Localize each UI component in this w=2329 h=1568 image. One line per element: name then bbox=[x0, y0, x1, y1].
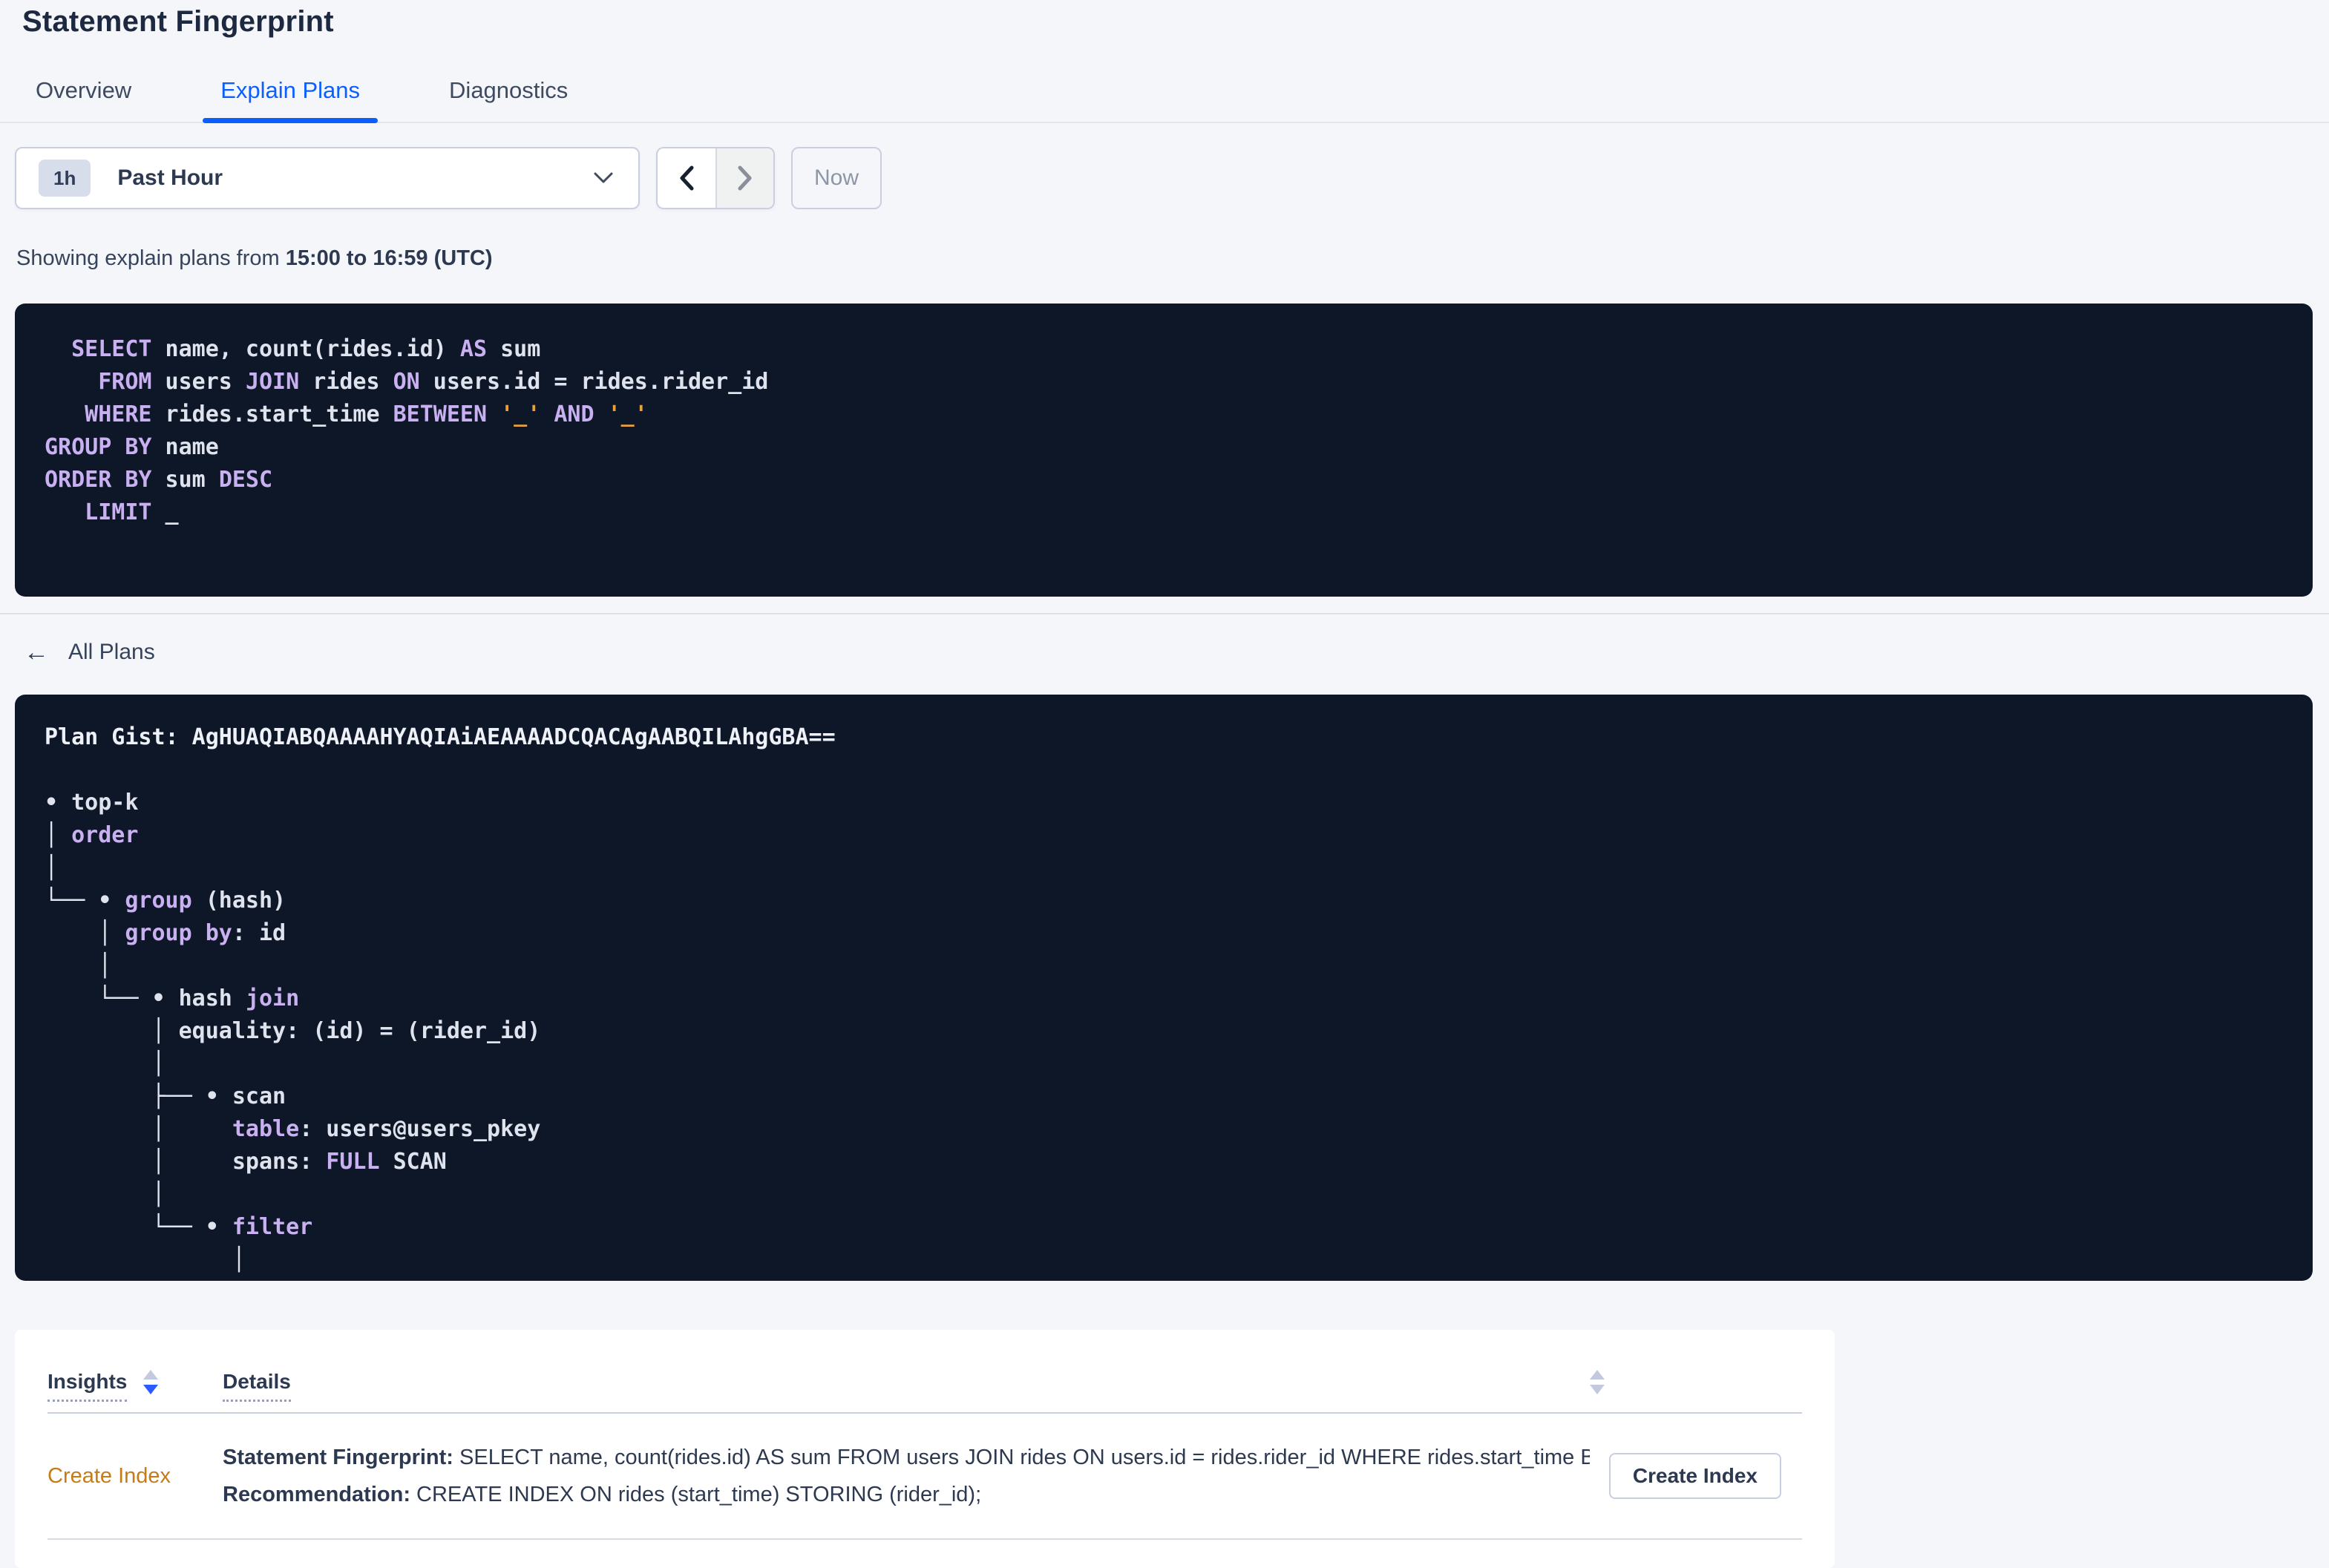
all-plans-label: All Plans bbox=[68, 640, 155, 664]
chevron-down-icon bbox=[591, 170, 616, 186]
insights-table-header: Insights Details bbox=[48, 1330, 1802, 1414]
chevron-left-icon bbox=[675, 163, 698, 193]
sql-statement-block: SELECT name, count(rides.id) AS sum FROM… bbox=[15, 304, 2313, 597]
triangle-down-icon bbox=[143, 1385, 159, 1394]
chevron-right-icon bbox=[734, 163, 756, 193]
statement-fingerprint-page: Statement Fingerprint Overview Explain P… bbox=[0, 4, 2329, 1568]
tab-explain-plans[interactable]: Explain Plans bbox=[203, 65, 378, 123]
statement-fingerprint-line: Statement Fingerprint: SELECT name, coun… bbox=[223, 1439, 1590, 1476]
caption-range: 15:00 to 16:59 (UTC) bbox=[285, 246, 493, 270]
insights-table-card: Insights Details Create Index Statement … bbox=[15, 1330, 1835, 1568]
now-button[interactable]: Now bbox=[791, 147, 882, 209]
triangle-down-icon bbox=[1590, 1385, 1605, 1394]
sort-icon-details[interactable] bbox=[1590, 1367, 1605, 1412]
create-index-button[interactable]: Create Index bbox=[1608, 1453, 1781, 1499]
fingerprint-text: SELECT name, count(rides.id) AS sum FROM… bbox=[459, 1446, 1590, 1469]
insight-type-link[interactable]: Create Index bbox=[48, 1464, 223, 1489]
insight-details-cell: Statement Fingerprint: SELECT name, coun… bbox=[223, 1439, 1605, 1513]
plan-gist-block: Plan Gist: AgHUAQIABQAAAAHYAQIAiAEAAAADC… bbox=[15, 695, 2313, 1281]
recommendation-label: Recommendation: bbox=[223, 1483, 410, 1506]
fingerprint-label: Statement Fingerprint: bbox=[223, 1446, 453, 1469]
time-pager bbox=[656, 147, 775, 209]
page-title: Statement Fingerprint bbox=[22, 5, 334, 38]
next-time-button[interactable] bbox=[715, 148, 773, 208]
column-header-insights[interactable]: Insights bbox=[48, 1367, 128, 1402]
triangle-up-icon bbox=[143, 1370, 159, 1380]
recommendation-line: Recommendation: CREATE INDEX ON rides (s… bbox=[223, 1476, 1590, 1513]
recommendation-text: CREATE INDEX ON rides (start_time) STORI… bbox=[410, 1483, 982, 1506]
time-range-badge: 1h bbox=[39, 160, 91, 197]
sort-icon-insights[interactable] bbox=[143, 1367, 159, 1412]
time-range-label: Past Hour bbox=[117, 165, 223, 190]
column-header-details[interactable]: Details bbox=[223, 1367, 291, 1402]
time-range-caption: Showing explain plans from 15:00 to 16:5… bbox=[16, 246, 2313, 271]
tab-bar: Overview Explain Plans Diagnostics bbox=[0, 65, 2329, 123]
section-divider bbox=[0, 613, 2329, 614]
time-range-dropdown[interactable]: 1h Past Hour bbox=[15, 147, 640, 209]
tab-diagnostics[interactable]: Diagnostics bbox=[431, 65, 586, 122]
tab-overview[interactable]: Overview bbox=[18, 65, 149, 122]
caption-prefix: Showing explain plans from bbox=[16, 246, 286, 270]
arrow-left-icon: ← bbox=[24, 638, 49, 666]
table-row: Create Index Statement Fingerprint: SELE… bbox=[48, 1414, 1802, 1540]
previous-time-button[interactable] bbox=[658, 148, 715, 208]
time-controls: 1h Past Hour Now bbox=[15, 147, 2313, 209]
triangle-up-icon bbox=[1590, 1370, 1605, 1380]
all-plans-back-link[interactable]: ← All Plans bbox=[24, 640, 155, 665]
